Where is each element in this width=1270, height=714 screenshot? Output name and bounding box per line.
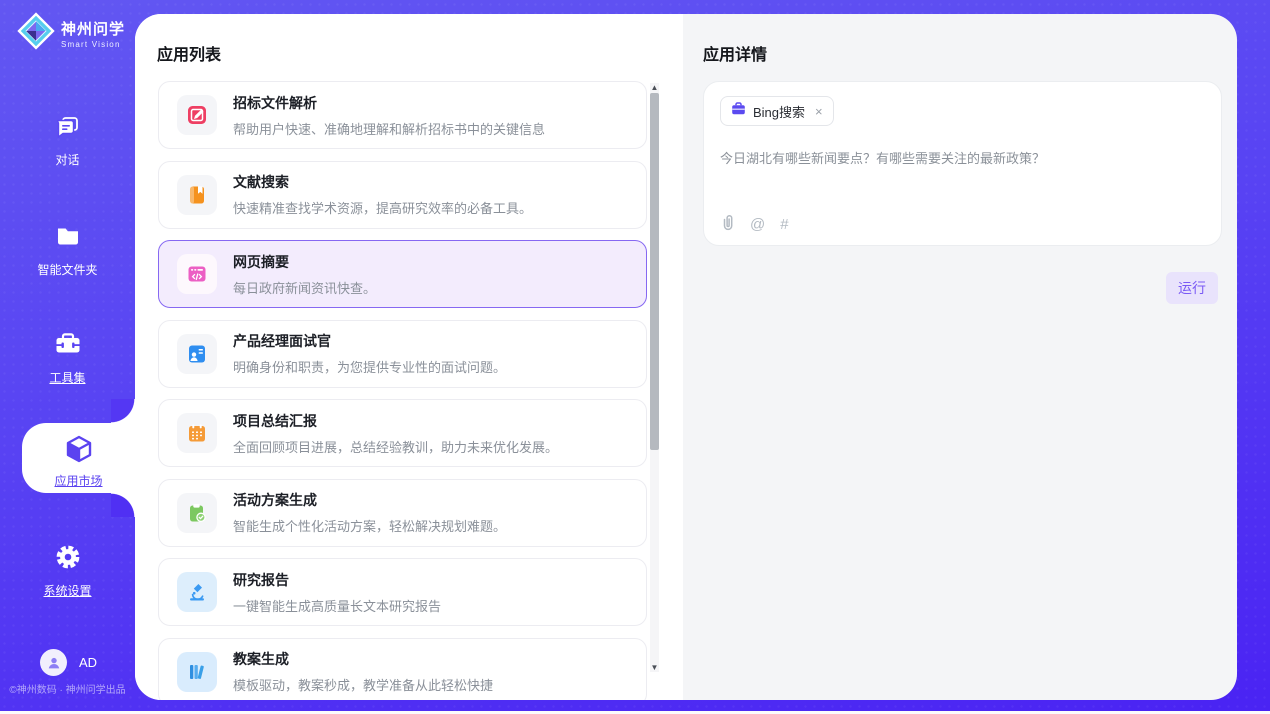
user-profile[interactable]: AD — [40, 649, 97, 676]
app-card-literature-search[interactable]: 文献搜索 快速精准查找学术资源，提高研究效率的必备工具。 — [158, 161, 647, 229]
sidebar-item-smart-folder[interactable]: 智能文件夹 — [0, 222, 135, 278]
briefcase-icon — [731, 102, 746, 121]
app-detail-panel: 应用详情 Bing搜索 × 今日湖北有哪些新闻要点？有哪些需要关注的最新政策？ — [683, 14, 1237, 700]
sidebar-item-label: 工具集 — [0, 369, 135, 386]
sidebar-item-app-market[interactable]: 应用市场 — [22, 423, 135, 493]
cube-icon — [63, 433, 95, 470]
tool-tag-bing-search[interactable]: Bing搜索 × — [720, 96, 834, 126]
app-card-description: 每日政府新闻资讯快查。 — [233, 278, 376, 297]
app-card-title: 网页摘要 — [233, 252, 376, 272]
app-card-description: 明确身份和职责，为您提供专业性的面试问题。 — [233, 357, 506, 376]
sidebar-item-label: 对话 — [0, 151, 135, 168]
app-card-list: 招标文件解析 帮助用户快速、准确地理解和解析招标书中的关键信息 文献搜索 快速精… — [158, 81, 647, 700]
resume-person-icon — [177, 334, 217, 374]
toolbox-icon — [0, 330, 135, 363]
app-card-research-report[interactable]: 研究报告 一键智能生成高质量长文本研究报告 — [158, 558, 647, 626]
attachment-icon[interactable] — [721, 214, 735, 234]
sidebar-item-label: 系统设置 — [0, 582, 135, 599]
app-list-title: 应用列表 — [157, 41, 221, 65]
book-icon — [177, 175, 217, 215]
app-card-title: 研究报告 — [233, 570, 441, 590]
brand-subtitle: Smart Vision — [61, 40, 125, 49]
sidebar: 神州问学 Smart Vision 对话 智能文件夹 — [0, 0, 135, 711]
copyright-footer: ©神州数码 · 神州问学出品 — [0, 681, 135, 696]
query-composer[interactable]: Bing搜索 × 今日湖北有哪些新闻要点？有哪些需要关注的最新政策？ @ # — [703, 81, 1222, 246]
brand-name: 神州问学 — [61, 21, 125, 38]
list-scrollbar[interactable]: ▲ ▼ — [650, 83, 659, 672]
hashtag-icon[interactable]: # — [780, 217, 788, 232]
app-card-title: 活动方案生成 — [233, 490, 506, 510]
tool-tag-label: Bing搜索 — [753, 102, 805, 121]
user-avatar — [40, 649, 67, 676]
app-card-description: 智能生成个性化活动方案，轻松解决规划难题。 — [233, 516, 506, 535]
scrollbar-up-arrow[interactable]: ▲ — [650, 83, 659, 92]
app-card-title: 产品经理面试官 — [233, 331, 506, 351]
clipboard-check-icon — [177, 493, 217, 533]
sidebar-item-toolset[interactable]: 工具集 — [0, 330, 135, 386]
brand-logo: 神州问学 Smart Vision — [17, 12, 125, 55]
app-card-web-summary[interactable]: 网页摘要 每日政府新闻资讯快查。 — [158, 240, 647, 308]
browser-code-icon — [177, 254, 217, 294]
sidebar-item-chat[interactable]: 对话 — [0, 112, 135, 168]
app-card-description: 快速精准查找学术资源，提高研究效率的必备工具。 — [233, 198, 532, 217]
app-card-title: 文献搜索 — [233, 172, 532, 192]
run-button[interactable]: 运行 — [1166, 272, 1218, 304]
gem-logo-icon — [17, 12, 55, 55]
user-name: AD — [79, 655, 97, 670]
scrollbar-down-arrow[interactable]: ▼ — [650, 663, 659, 672]
app-card-event-plan[interactable]: 活动方案生成 智能生成个性化活动方案，轻松解决规划难题。 — [158, 479, 647, 547]
mention-icon[interactable]: @ — [750, 217, 765, 232]
app-card-project-summary[interactable]: 项目总结汇报 全面回顾项目进展，总结经验教训，助力未来优化发展。 — [158, 399, 647, 467]
app-card-title: 教案生成 — [233, 649, 493, 669]
close-icon[interactable]: × — [815, 104, 823, 119]
main-content: 应用列表 招标文件解析 帮助用户快速、准确地理解和解析招标书中的关键信息 — [135, 14, 1237, 700]
app-card-description: 模板驱动，教案秒成，教学准备从此轻松快捷 — [233, 675, 493, 694]
app-card-title: 招标文件解析 — [233, 93, 545, 113]
app-detail-title: 应用详情 — [703, 41, 767, 65]
app-card-description: 帮助用户快速、准确地理解和解析招标书中的关键信息 — [233, 119, 545, 138]
sidebar-item-label: 智能文件夹 — [0, 261, 135, 278]
app-list-panel: 应用列表 招标文件解析 帮助用户快速、准确地理解和解析招标书中的关键信息 — [135, 14, 683, 700]
sidebar-item-label: 应用市场 — [22, 472, 135, 489]
app-card-description: 一键智能生成高质量长文本研究报告 — [233, 596, 441, 615]
folder-icon — [0, 222, 135, 255]
app-card-title: 项目总结汇报 — [233, 411, 558, 431]
app-card-bid-analysis[interactable]: 招标文件解析 帮助用户快速、准确地理解和解析招标书中的关键信息 — [158, 81, 647, 149]
sidebar-item-settings[interactable]: 系统设置 — [0, 543, 135, 599]
app-card-pm-interviewer[interactable]: 产品经理面试官 明确身份和职责，为您提供专业性的面试问题。 — [158, 320, 647, 388]
query-text[interactable]: 今日湖北有哪些新闻要点？有哪些需要关注的最新政策？ — [720, 149, 1205, 169]
pen-edit-icon — [177, 95, 217, 135]
gear-icon — [0, 543, 135, 576]
books-icon — [177, 652, 217, 692]
chat-icon — [0, 112, 135, 145]
calendar-note-icon — [177, 413, 217, 453]
composer-toolbar: @ # — [721, 214, 789, 234]
app-card-lesson-plan[interactable]: 教案生成 模板驱动，教案秒成，教学准备从此轻松快捷 — [158, 638, 647, 701]
app-card-description: 全面回顾项目进展，总结经验教训，助力未来优化发展。 — [233, 437, 558, 456]
scrollbar-thumb[interactable] — [650, 93, 659, 450]
microscope-icon — [177, 572, 217, 612]
